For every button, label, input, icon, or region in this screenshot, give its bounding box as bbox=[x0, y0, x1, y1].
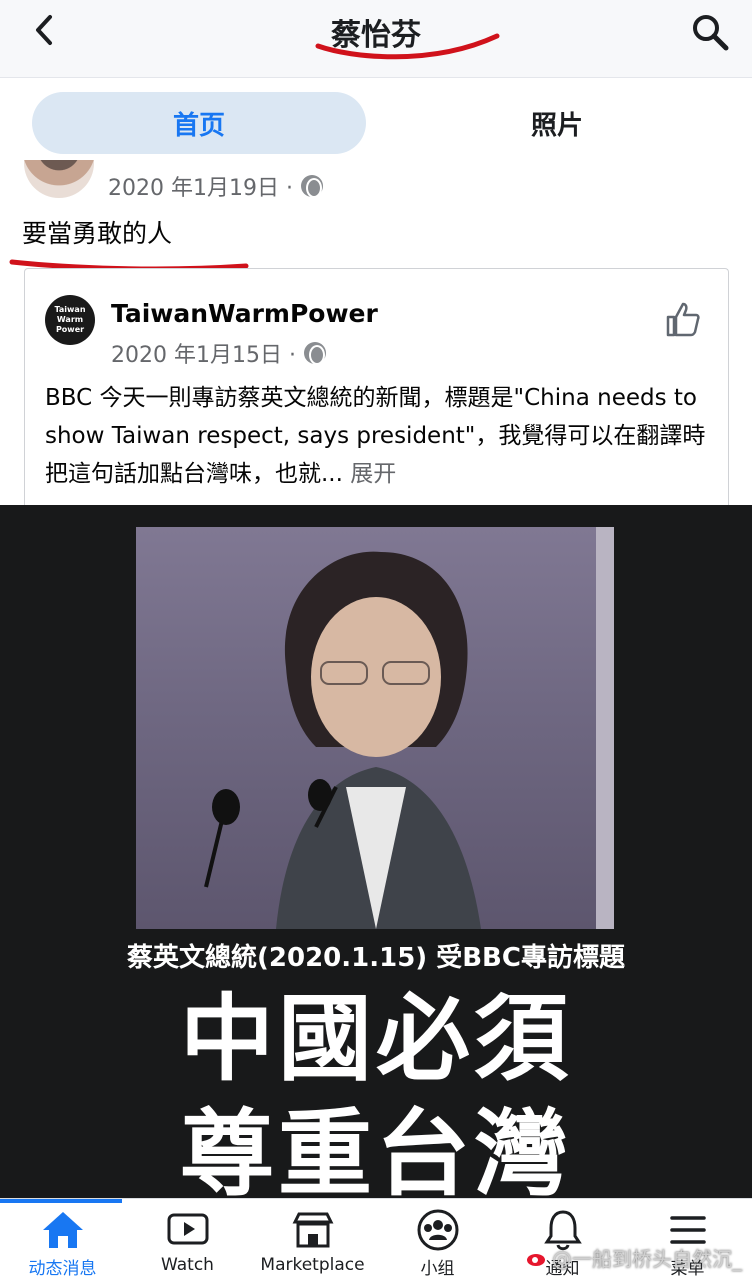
shared-avatar[interactable]: Taiwan Warm Power bbox=[45, 295, 95, 345]
feed-post: 2020 年1月19日 · 要當勇敢的人 Taiwan Warm Power T… bbox=[0, 160, 752, 505]
like-icon[interactable] bbox=[662, 299, 702, 339]
watermark: @一船到桥头自然沉_ bbox=[526, 1243, 742, 1272]
search-icon bbox=[693, 15, 729, 51]
post-image[interactable]: 蔡英文總統(2020.1.15) 受BBC專訪標題 中國必須 尊重台灣 bbox=[0, 505, 752, 1198]
weibo-logo-icon bbox=[527, 1253, 545, 1266]
marketplace-icon bbox=[292, 1212, 333, 1248]
red-underline-annotation bbox=[315, 33, 500, 60]
avatar[interactable] bbox=[24, 160, 94, 198]
portrait-photo bbox=[136, 527, 614, 929]
nav-watch[interactable]: Watch bbox=[125, 1207, 250, 1279]
profile-tabs: 首页 照片 bbox=[0, 78, 752, 160]
see-more-link[interactable]: 展开 bbox=[350, 461, 396, 487]
tab-home[interactable]: 首页 bbox=[32, 92, 366, 154]
tab-photos[interactable]: 照片 bbox=[390, 92, 724, 154]
post-text: 要當勇敢的人 bbox=[22, 219, 173, 248]
top-header: 蔡怡芬 bbox=[0, 0, 752, 78]
groups-icon bbox=[417, 1209, 458, 1250]
home-icon bbox=[42, 1211, 83, 1248]
globe-icon bbox=[303, 342, 326, 365]
image-caption: 蔡英文總統(2020.1.15) 受BBC專訪標題 bbox=[127, 943, 625, 973]
post-meta: 2020 年1月19日 · bbox=[108, 170, 323, 202]
search-button[interactable] bbox=[686, 8, 734, 56]
shared-post[interactable]: Taiwan Warm Power TaiwanWarmPower 2020 年… bbox=[24, 268, 729, 505]
watch-icon bbox=[167, 1213, 208, 1245]
nav-marketplace[interactable]: Marketplace bbox=[250, 1207, 375, 1279]
nav-news-feed[interactable]: 动态消息 bbox=[0, 1207, 125, 1279]
shared-date: 2020 年1月15日 · bbox=[111, 343, 296, 368]
image-headline-line2: 尊重台灣 bbox=[179, 1100, 572, 1198]
image-headline-line1: 中國必須 bbox=[179, 985, 572, 1094]
shared-meta: 2020 年1月15日 · bbox=[111, 337, 326, 369]
active-tab-indicator bbox=[0, 1199, 122, 1203]
shared-author[interactable]: TaiwanWarmPower bbox=[111, 299, 378, 328]
post-date: 2020 年1月19日 · bbox=[108, 176, 293, 201]
globe-icon bbox=[300, 175, 323, 198]
nav-groups[interactable]: 小组 bbox=[375, 1207, 500, 1279]
shared-body: BBC 今天一則專訪蔡英文總統的新聞，標題是"China needs to sh… bbox=[45, 385, 706, 487]
